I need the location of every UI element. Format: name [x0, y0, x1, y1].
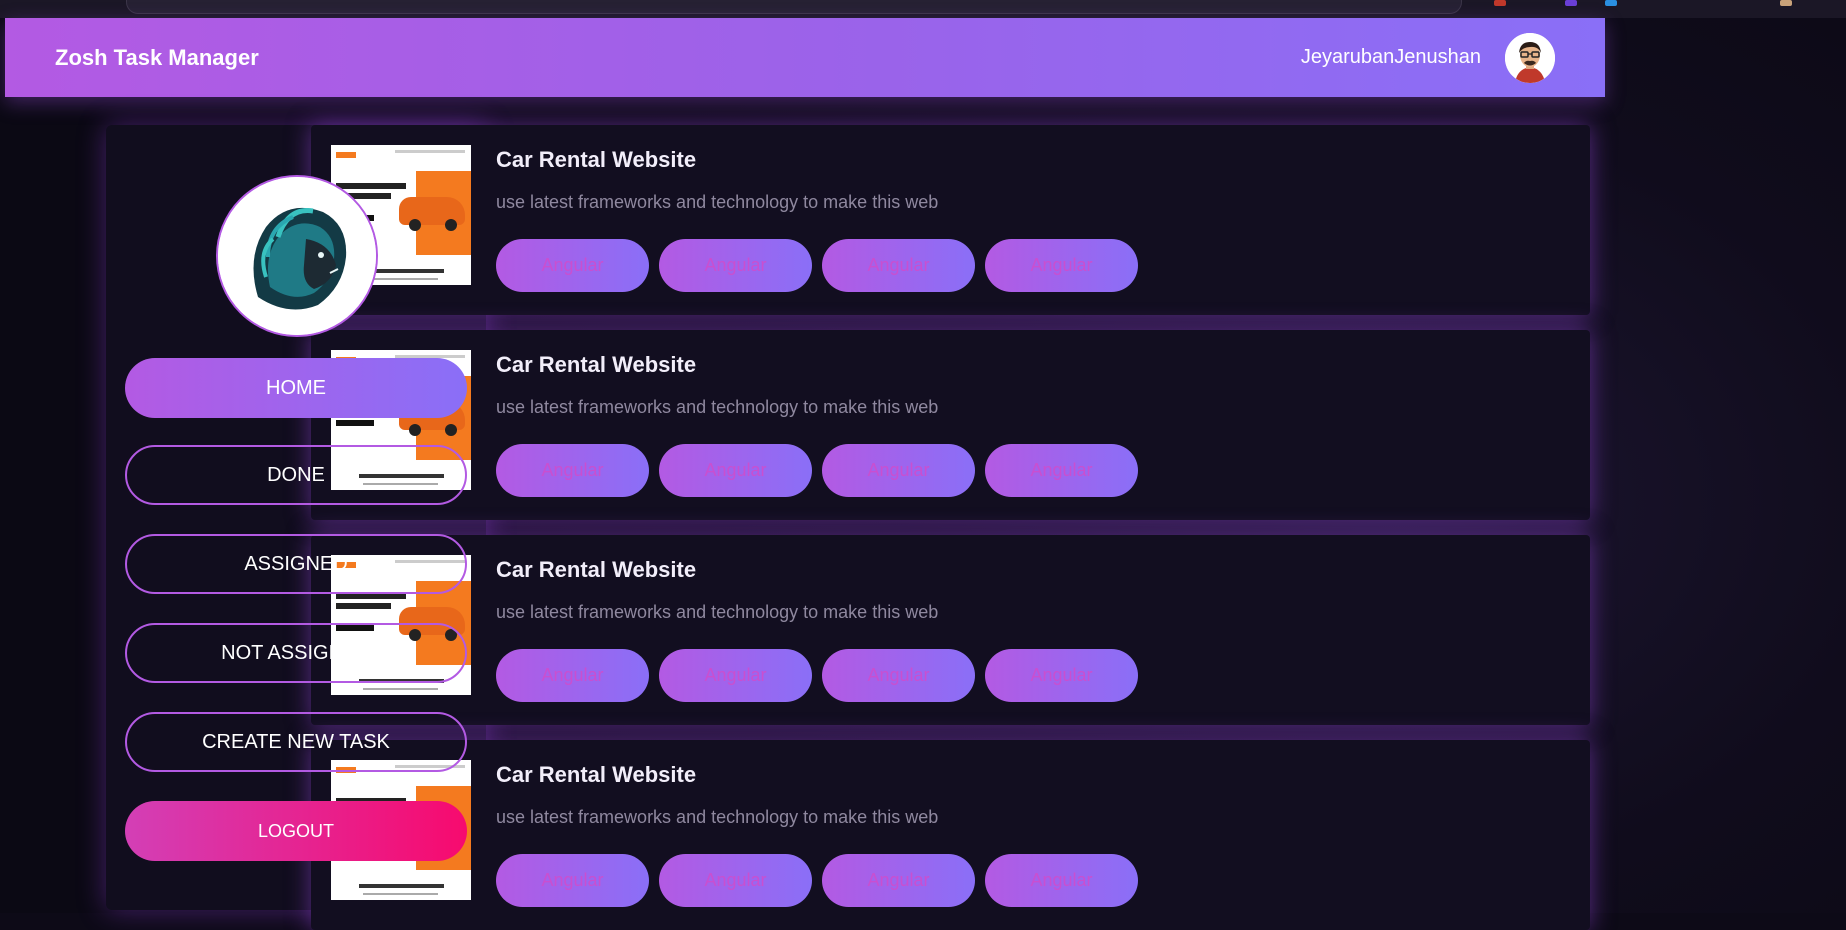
- task-description: use latest frameworks and technology to …: [496, 602, 939, 622]
- logout-button[interactable]: LOGOUT: [125, 801, 467, 861]
- top-navbar: Zosh Task Manager JeyarubanJenushan: [5, 18, 1605, 97]
- tag-badge[interactable]: Angular: [659, 649, 812, 702]
- tag-badge[interactable]: Angular: [496, 239, 649, 292]
- sidebar-logo: [216, 175, 378, 337]
- lion-logo-icon: [218, 177, 376, 335]
- task-card[interactable]: Car Rental Website use latest frameworks…: [311, 740, 1590, 930]
- sidebar-item-done[interactable]: DONE: [125, 445, 467, 505]
- task-description: use latest frameworks and technology to …: [496, 397, 939, 417]
- logout-label: LOGOUT: [257, 820, 334, 841]
- user-avatar[interactable]: [1505, 33, 1555, 83]
- tag-badge[interactable]: Angular: [822, 854, 975, 907]
- sidebar-item-home[interactable]: HOME: [125, 358, 467, 418]
- task-title: Car Rental Website: [496, 762, 697, 787]
- task-card[interactable]: Car Rental Website use latest frameworks…: [311, 125, 1590, 315]
- user-avatar-icon: [1505, 33, 1555, 83]
- tag-badge[interactable]: Angular: [985, 239, 1138, 292]
- extension-icon[interactable]: [1605, 0, 1617, 6]
- tag-badge[interactable]: Angular: [985, 444, 1138, 497]
- tag-badge[interactable]: Angular: [822, 239, 975, 292]
- tag-badge[interactable]: Angular: [659, 854, 812, 907]
- task-tags: Angular Angular Angular Angular: [496, 239, 1138, 292]
- tag-badge[interactable]: Angular: [985, 854, 1138, 907]
- address-bar[interactable]: [126, 0, 1462, 14]
- task-card[interactable]: Car Rental Website use latest frameworks…: [311, 330, 1590, 520]
- browser-toolbar: [0, 0, 1846, 18]
- profile-icon[interactable]: [1780, 0, 1792, 6]
- tag-badge[interactable]: Angular: [659, 444, 812, 497]
- user-name: JeyarubanJenushan: [1300, 46, 1481, 68]
- sidebar-item-create-new-task[interactable]: CREATE NEW TASK: [125, 712, 467, 772]
- task-tags: Angular Angular Angular Angular: [496, 444, 1138, 497]
- tag-badge[interactable]: Angular: [659, 239, 812, 292]
- task-description: use latest frameworks and technology to …: [496, 192, 939, 212]
- task-title: Car Rental Website: [496, 557, 697, 582]
- task-description: use latest frameworks and technology to …: [496, 807, 939, 827]
- task-title: Car Rental Website: [496, 352, 697, 377]
- sidebar-item-label: DONE: [267, 463, 325, 486]
- extension-icon[interactable]: [1565, 0, 1577, 6]
- task-tags: Angular Angular Angular Angular: [496, 854, 1138, 907]
- sidebar-item-label: NOT ASSIGNED: [221, 641, 371, 664]
- task-title: Car Rental Website: [496, 147, 697, 172]
- sidebar-item-not-assigned[interactable]: NOT ASSIGNED: [125, 623, 467, 683]
- task-tags: Angular Angular Angular Angular: [496, 649, 1138, 702]
- sidebar-item-label: CREATE NEW TASK: [202, 730, 390, 753]
- tag-badge[interactable]: Angular: [496, 649, 649, 702]
- task-card[interactable]: Car Rental Website use latest frameworks…: [311, 535, 1590, 725]
- extension-icon[interactable]: [1494, 0, 1506, 6]
- tag-badge[interactable]: Angular: [985, 649, 1138, 702]
- tag-badge[interactable]: Angular: [496, 444, 649, 497]
- tag-badge[interactable]: Angular: [496, 854, 649, 907]
- app-brand[interactable]: Zosh Task Manager: [55, 18, 259, 97]
- tag-badge[interactable]: Angular: [822, 444, 975, 497]
- sidebar-item-label: ASSIGNED: [244, 552, 348, 575]
- sidebar-item-label: HOME: [266, 376, 326, 399]
- sidebar-item-assigned[interactable]: ASSIGNED: [125, 534, 467, 594]
- tag-badge[interactable]: Angular: [822, 649, 975, 702]
